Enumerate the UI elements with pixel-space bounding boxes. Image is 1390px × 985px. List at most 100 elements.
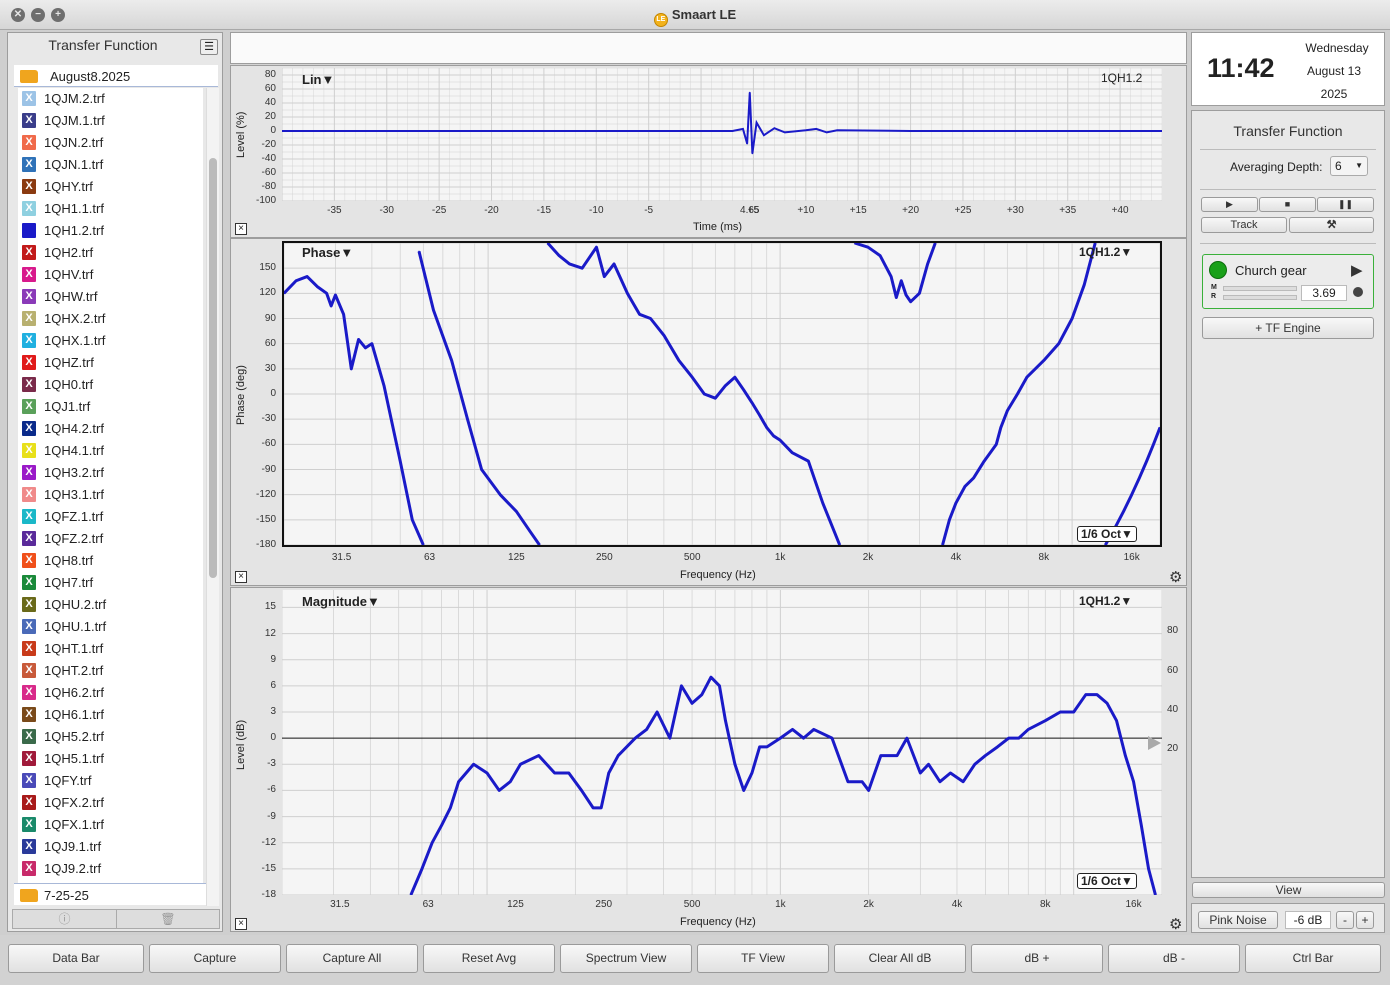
file-row[interactable]: X 1QH8.trf xyxy=(18,550,203,572)
magnitude-point xyxy=(486,772,488,774)
impulse-plot-area[interactable] xyxy=(281,67,1163,202)
close-magnitude-plot-icon[interactable]: × xyxy=(235,918,247,930)
control-bar-button-tf-view[interactable]: TF View xyxy=(697,944,829,973)
file-row[interactable]: X 1QH3.1.trf xyxy=(18,484,203,506)
file-row[interactable]: X 1QHV.trf xyxy=(18,264,203,286)
magnitude-plot-type-menu[interactable]: Magnitude▼ xyxy=(302,594,380,609)
file-row[interactable]: X 1QJM.2.trf xyxy=(18,88,203,110)
file-row[interactable]: X 1QHX.2.trf xyxy=(18,308,203,330)
reference-level-handle[interactable] xyxy=(1148,736,1161,750)
stop-button[interactable]: ■ xyxy=(1259,197,1316,212)
magnitude-smoothing-button[interactable]: 1/6 Oct▼ xyxy=(1077,873,1137,889)
file-list-scrollbar[interactable] xyxy=(206,88,219,906)
magnitude-point xyxy=(498,789,500,792)
file-row[interactable]: X 1QH1.1.trf xyxy=(18,198,203,220)
record-dot-icon[interactable] xyxy=(1353,287,1363,297)
tick-label: -15 xyxy=(261,862,276,874)
file-row[interactable]: X 1QHZ.trf xyxy=(18,352,203,374)
phase-point xyxy=(1083,284,1085,286)
tick-label: 40 xyxy=(264,97,276,108)
file-row[interactable]: X 1QJ9.1.trf xyxy=(18,836,203,858)
file-row[interactable]: X 1QHU.1.trf xyxy=(18,616,203,638)
control-bar-button-clear-all-db[interactable]: Clear All dB xyxy=(834,944,966,973)
file-row[interactable]: X 1QHW.trf xyxy=(18,286,203,308)
file-row[interactable]: X 1QHU.2.trf xyxy=(18,594,203,616)
phase-plot-area[interactable] xyxy=(282,241,1162,547)
meter-m-bar xyxy=(1223,286,1297,291)
file-row[interactable]: X 1QJN.1.trf xyxy=(18,154,203,176)
file-row[interactable]: X 1QH6.1.trf xyxy=(18,704,203,726)
averaging-depth-select[interactable]: 6 ▼ xyxy=(1330,156,1368,176)
control-bar-button-capture-all[interactable]: Capture All xyxy=(286,944,418,973)
file-row[interactable]: X 1QFX.2.trf xyxy=(18,792,203,814)
impulse-plot-type-menu[interactable]: Lin▼ xyxy=(302,72,334,87)
file-row[interactable]: X 1QFZ.1.trf xyxy=(18,506,203,528)
tick-label: +30 xyxy=(1006,205,1024,216)
control-bar-button-capture[interactable]: Capture xyxy=(149,944,281,973)
file-list: X 1QJM.2.trf X 1QJM.1.trf X 1QJN.2.trf X 1QJN.1… xyxy=(18,88,203,883)
folder-7-25-25[interactable]: 7-25-25 xyxy=(14,883,206,905)
phase-measurement-tag[interactable]: 1QH1.2▼ xyxy=(1079,245,1132,259)
control-bar-button-ctrl-bar[interactable]: Ctrl Bar xyxy=(1245,944,1381,973)
file-browser-footer: ⓘ 🗑 xyxy=(12,909,220,929)
add-tf-engine-button[interactable]: + TF Engine xyxy=(1202,317,1374,339)
file-row[interactable]: X 1QJ9.2.trf xyxy=(18,858,203,880)
gear-icon[interactable]: ⚙ xyxy=(1169,568,1182,586)
file-row[interactable]: X 1QH4.2.trf xyxy=(18,418,203,440)
control-bar-button-reset-avg[interactable]: Reset Avg xyxy=(423,944,555,973)
file-row[interactable]: X 1QJ1.trf xyxy=(18,396,203,418)
magnitude-point xyxy=(421,868,423,870)
hamburger-menu-icon[interactable]: ☰ xyxy=(200,39,218,55)
phase-plot-type-menu[interactable]: Phase▼ xyxy=(302,245,353,260)
gear-icon[interactable]: ⚙ xyxy=(1169,915,1182,933)
control-bar-button-spectrum-view[interactable]: Spectrum View xyxy=(560,944,692,973)
trash-icon[interactable]: 🗑 xyxy=(117,910,219,928)
control-bar-button-db[interactable]: dB - xyxy=(1108,944,1240,973)
control-bar-button-db[interactable]: dB + xyxy=(971,944,1103,973)
trf-file-icon: X xyxy=(22,201,36,216)
tick-label: -40 xyxy=(261,153,276,164)
magnitude-measurement-tag[interactable]: 1QH1.2▼ xyxy=(1079,594,1132,608)
file-row[interactable]: X 1QH7.trf xyxy=(18,572,203,594)
file-row[interactable]: X 1QHT.1.trf xyxy=(18,638,203,660)
tick-label: 150 xyxy=(259,262,276,274)
file-row[interactable]: X 1QJN.2.trf xyxy=(18,132,203,154)
tick-label: 500 xyxy=(683,899,701,910)
file-row[interactable]: X 1QH5.2.trf xyxy=(18,726,203,748)
file-row[interactable]: X 1QHX.1.trf xyxy=(18,330,203,352)
engine-status-indicator[interactable] xyxy=(1209,261,1227,279)
file-row[interactable]: X 1QFX.1.trf xyxy=(18,814,203,836)
tools-icon[interactable]: ⚒ xyxy=(1289,217,1374,233)
file-row[interactable]: X 1QFZ.2.trf xyxy=(18,528,203,550)
view-button[interactable]: View xyxy=(1192,882,1385,898)
file-row[interactable]: X 1QH3.2.trf xyxy=(18,462,203,484)
tf-engine-church-gear[interactable]: Church gear ▶ M R 3.69 xyxy=(1202,254,1374,309)
folder-august[interactable]: August8.2025 xyxy=(14,65,218,87)
play-triangle-icon[interactable]: ▶ xyxy=(1351,261,1363,279)
file-row[interactable]: X 1QH5.1.trf xyxy=(18,748,203,770)
file-row[interactable]: X 1QHY.trf xyxy=(18,176,203,198)
play-button[interactable]: ▶ xyxy=(1201,197,1258,212)
file-row[interactable]: X 1QH4.1.trf xyxy=(18,440,203,462)
file-row[interactable]: X 1QJM.1.trf xyxy=(18,110,203,132)
level-plus-button[interactable]: + xyxy=(1356,911,1374,929)
close-phase-plot-icon[interactable]: × xyxy=(235,571,247,583)
track-button[interactable]: Track xyxy=(1201,217,1287,233)
phase-smoothing-button[interactable]: 1/6 Oct▼ xyxy=(1077,526,1137,542)
file-row[interactable]: 1QH1.2.trf xyxy=(18,220,203,242)
level-minus-button[interactable]: - xyxy=(1336,911,1354,929)
file-name: 1QHU.1.trf xyxy=(44,619,107,634)
file-row[interactable]: X 1QHT.2.trf xyxy=(18,660,203,682)
pink-noise-button[interactable]: Pink Noise xyxy=(1198,911,1278,929)
info-icon[interactable]: ⓘ xyxy=(13,910,117,928)
tick-label: +25 xyxy=(954,205,972,216)
control-bar-button-data-bar[interactable]: Data Bar xyxy=(8,944,144,973)
close-impulse-plot-icon[interactable]: × xyxy=(235,223,247,235)
file-row[interactable]: X 1QFY.trf xyxy=(18,770,203,792)
file-row[interactable]: X 1QH2.trf xyxy=(18,242,203,264)
pause-button[interactable]: ❚❚ xyxy=(1317,197,1374,212)
scrollbar-thumb[interactable] xyxy=(209,158,217,578)
magnitude-plot-area[interactable] xyxy=(281,590,1163,896)
file-row[interactable]: X 1QH6.2.trf xyxy=(18,682,203,704)
file-row[interactable]: X 1QH0.trf xyxy=(18,374,203,396)
